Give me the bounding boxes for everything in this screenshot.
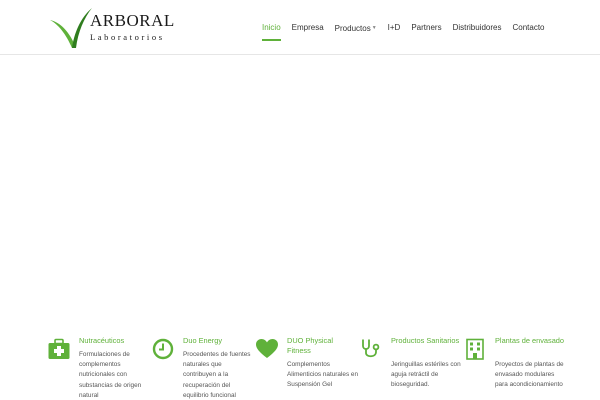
feature-title: DUO Physical Fitness [287, 336, 333, 355]
features-row: Nutracéuticos Formulaciones de complemen… [48, 334, 568, 400]
feature-description: Proyectos de plantas de envasado modular… [495, 361, 564, 389]
clock-icon [152, 338, 174, 360]
nav-item-productos-label: Productos [334, 24, 371, 33]
brand-subtitle: Laboratorios [90, 32, 165, 42]
chevron-down-icon: ▼ [371, 25, 377, 31]
heart-icon [256, 339, 278, 358]
site-header: ARBORAL Laboratorios Inicio Empresa Prod… [0, 0, 600, 55]
nav-item-id[interactable]: I+D [382, 20, 406, 37]
feature-title: Productos Sanitarios [391, 336, 460, 345]
nav-item-productos[interactable]: Productos▼ [329, 20, 382, 37]
feature-description: Formulaciones de complementos nutriciona… [79, 351, 142, 399]
nav-item-empresa[interactable]: Empresa [286, 20, 329, 37]
building-icon [466, 338, 484, 360]
nav-item-partners[interactable]: Partners [406, 20, 447, 37]
nav-item-distribuidores[interactable]: Distribuidores [447, 20, 507, 37]
stethoscope-icon [362, 339, 380, 358]
nav-item-contacto[interactable]: Contacto [507, 20, 550, 37]
brand-name: ARBORAL [90, 11, 175, 30]
first-aid-kit-icon [48, 338, 70, 359]
nav-item-inicio[interactable]: Inicio [256, 20, 286, 41]
feature-description: Complementos Alimenticios naturales en S… [287, 361, 359, 389]
feature-title: Duo Energy [183, 336, 223, 345]
feature-description: Jeringuillas estériles con aguja retráct… [391, 361, 461, 389]
brand-logo[interactable]: ARBORAL Laboratorios [48, 6, 174, 50]
feature-description: Procedentes de fuentes naturales que con… [183, 351, 251, 399]
leaf-logo-icon [50, 8, 92, 48]
main-nav: Inicio Empresa Productos▼ I+D Partners D… [256, 20, 550, 41]
feature-title: Plantas de envasado [495, 336, 565, 345]
feature-title: Nutracéuticos [79, 336, 125, 345]
